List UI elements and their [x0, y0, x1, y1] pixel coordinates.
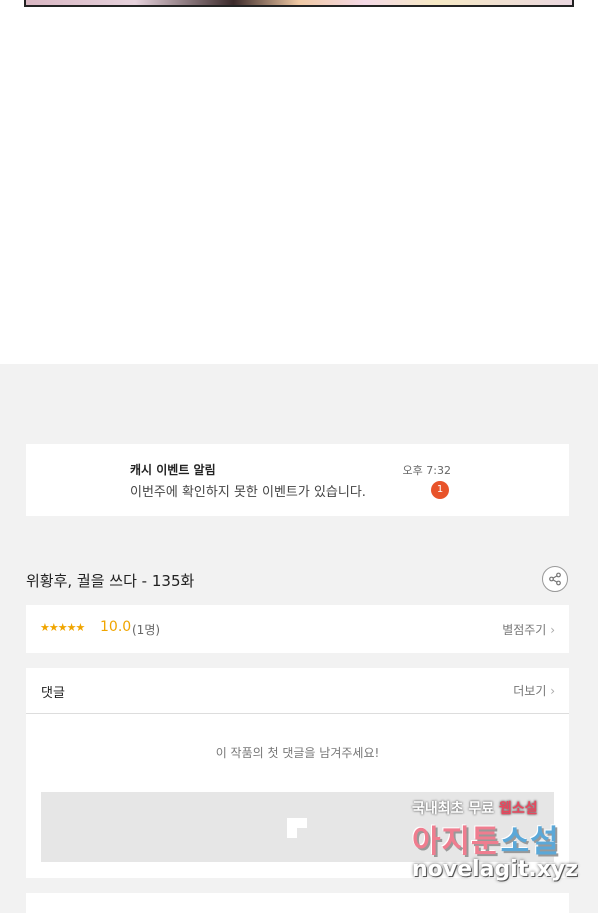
rating-stars: ★★★★★	[40, 621, 85, 634]
notification-card[interactable]: 캐시 이벤트 알림 이번주에 확인하지 못한 이벤트가 있습니다. 오후 7:3…	[26, 444, 569, 516]
rating-count: (1명)	[132, 623, 161, 637]
comic-image-bottom-edge	[24, 0, 574, 7]
comments-empty-text: 이 작품의 첫 댓글을 남겨주세요!	[215, 746, 380, 760]
notification-time: 오후 7:32	[402, 464, 451, 477]
rating-card: ★★★★★ 10.0 (1명) 별점주기 ›	[26, 605, 569, 653]
chevron-right-icon: ›	[550, 684, 555, 698]
share-button[interactable]	[542, 566, 568, 592]
watermark-url: novelagit.xyz	[412, 857, 578, 882]
rate-button-label: 별점주기	[502, 623, 547, 637]
site-watermark: 국내최초 무료 웹소설 아지툰소설 novelagit.xyz	[412, 798, 592, 882]
watermark-line1-a: 국내최초 무료	[412, 801, 495, 817]
watermark-line2: 아지툰소설	[412, 816, 592, 861]
episode-title: 위황후, 궐을 쓰다 - 135화	[26, 572, 195, 590]
watermark-line1-b: 웹소설	[499, 801, 538, 817]
share-icon	[549, 572, 561, 586]
notification-badge: 1	[431, 481, 449, 499]
comic-viewer-area	[0, 0, 598, 364]
notification-title: 캐시 이벤트 알림	[130, 463, 216, 477]
notification-message: 이번주에 확인하지 못한 이벤트가 있습니다.	[130, 485, 366, 500]
watermark-line2-b: 소설	[500, 824, 560, 860]
watermark-line1: 국내최초 무료 웹소설	[412, 798, 592, 818]
rate-button[interactable]: 별점주기 ›	[502, 621, 555, 638]
comments-more-button[interactable]: 더보기 ›	[513, 682, 555, 699]
next-card	[26, 893, 569, 913]
watermark-line2-a: 아지툰	[412, 824, 501, 860]
rating-score: 10.0	[100, 619, 132, 635]
comments-label: 댓글	[41, 686, 65, 701]
comments-more-label: 더보기	[513, 684, 547, 698]
chevron-right-icon: ›	[550, 623, 555, 637]
comments-header: 댓글 더보기 ›	[26, 668, 569, 714]
image-placeholder-icon	[287, 818, 307, 838]
